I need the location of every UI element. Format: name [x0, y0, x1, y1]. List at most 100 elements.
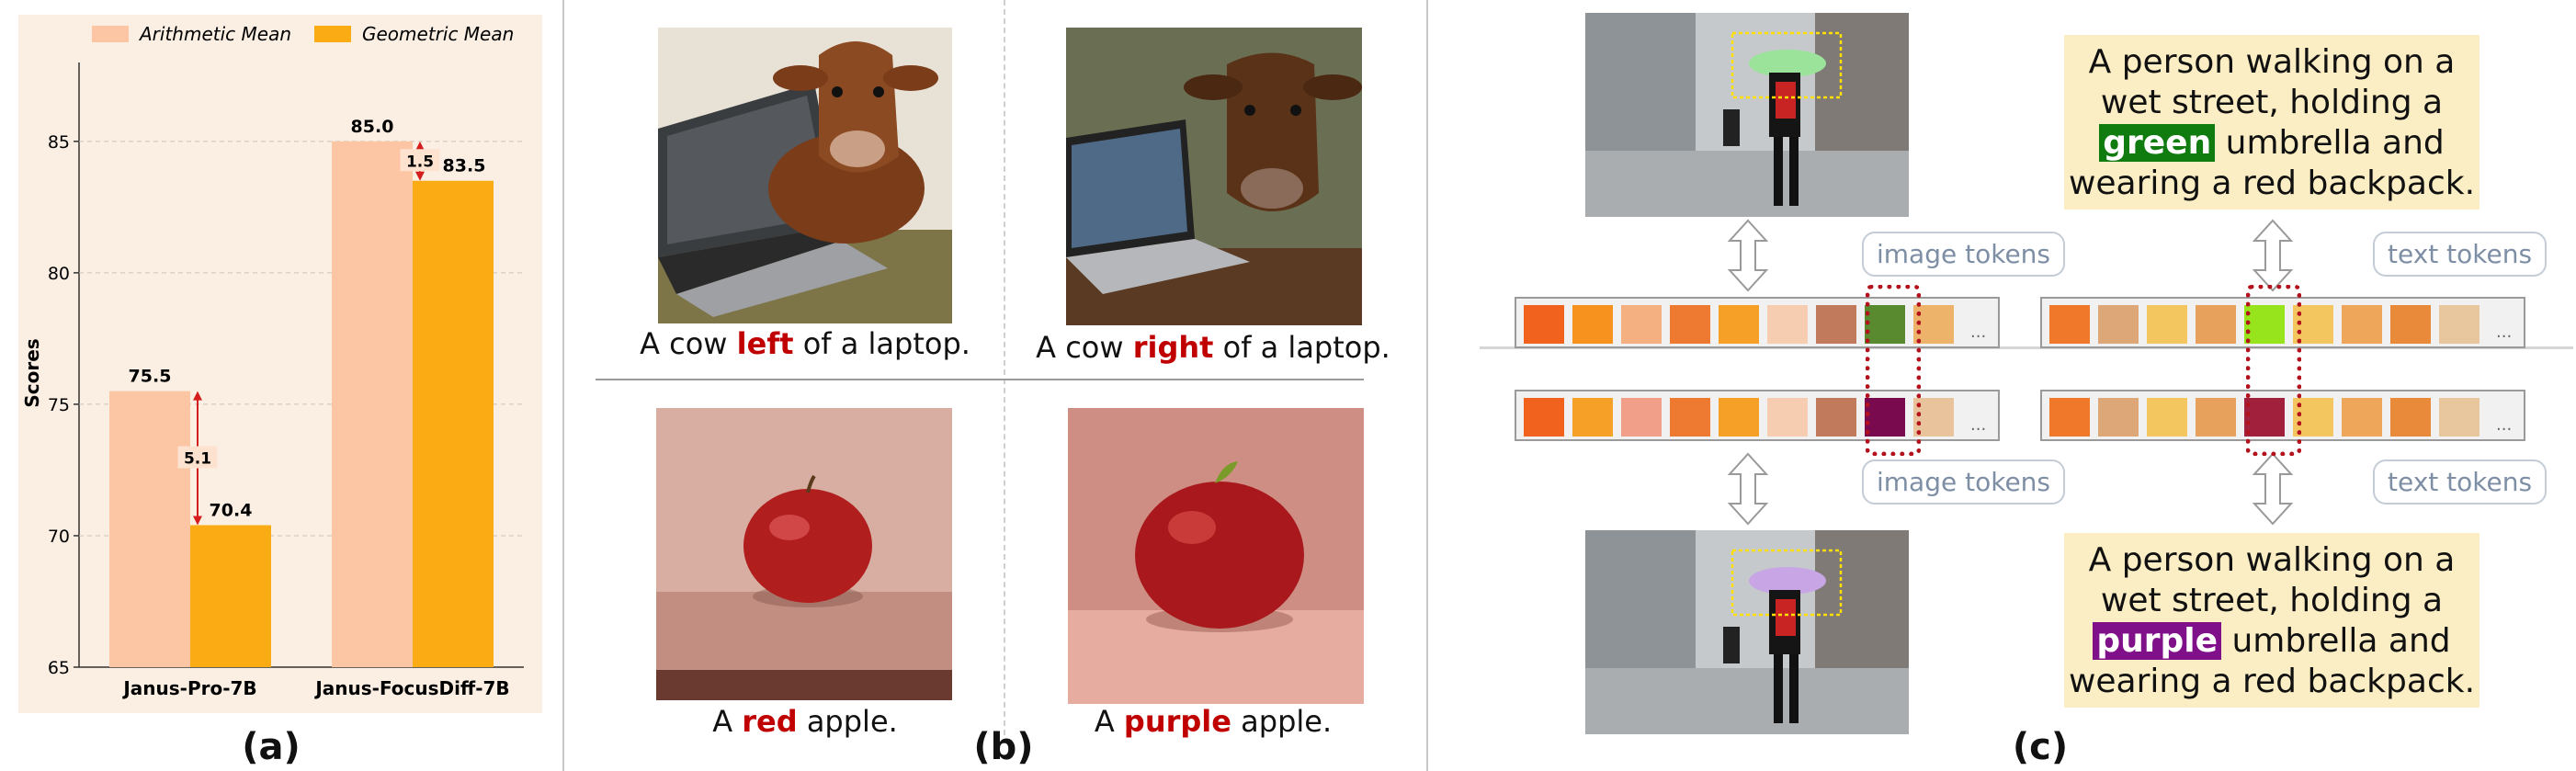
- diff-label: 1.5: [406, 153, 434, 171]
- caption-red-apple: A red apple.: [603, 704, 1007, 739]
- caption-text: A cow: [1036, 330, 1133, 365]
- bar: [413, 180, 494, 667]
- prompt-text: umbrella and: [2221, 622, 2451, 660]
- legend-swatch-geometric: [314, 26, 351, 42]
- panel-label-b: (b): [973, 726, 1034, 768]
- token: [1524, 398, 1564, 437]
- highlight-green: green: [2099, 124, 2216, 162]
- token-ellipsis: ...: [1970, 415, 1987, 435]
- caption-text: of a laptop.: [793, 326, 970, 361]
- prompt-line: A person walking on a: [2088, 541, 2456, 579]
- data-label: 83.5: [443, 156, 486, 176]
- image-cow-left: [658, 28, 952, 323]
- x-tick-label: Janus-Pro-7B: [121, 677, 256, 699]
- token: [1670, 305, 1710, 344]
- image-street-purple-umbrella: [1585, 530, 1909, 734]
- panel-label-c: (c): [2012, 726, 2069, 768]
- caption-text: of a laptop.: [1213, 330, 1390, 365]
- x-tick-label: Janus-FocusDiff-7B: [313, 677, 509, 699]
- diff-token-highlight: [1866, 285, 1921, 456]
- caption-keyword-purple: purple: [1123, 704, 1231, 739]
- prompt-line: green umbrella and: [2064, 123, 2480, 164]
- data-label: 70.4: [210, 501, 253, 521]
- y-tick-label: 75: [48, 395, 70, 415]
- image-token-strip-top: ...: [1515, 297, 2000, 348]
- caption-cow-right: A cow right of a laptop.: [1011, 330, 1415, 365]
- caption-text: A: [1094, 704, 1124, 739]
- token: [1767, 305, 1808, 344]
- separator-b-horizontal: [596, 379, 1364, 380]
- text-tokens-label: text tokens: [2373, 459, 2548, 505]
- image-purple-apple: [1068, 408, 1364, 704]
- legend-swatch-arithmetic: [92, 26, 129, 42]
- image-tokens-label: image tokens: [1862, 232, 2065, 277]
- bar-chart: Arithmetic Mean Geometric Mean Scores 65…: [18, 15, 542, 713]
- token: [1524, 305, 1564, 344]
- double-arrow-icon: [1727, 452, 1769, 526]
- bar: [332, 141, 413, 668]
- token: [1572, 305, 1613, 344]
- token: [1572, 398, 1613, 437]
- image-cow-right: [1066, 28, 1362, 325]
- token: [2196, 305, 2236, 344]
- token: [2342, 398, 2382, 437]
- double-arrow-icon: [2252, 219, 2294, 292]
- caption-text: A cow: [640, 326, 737, 361]
- token: [1719, 305, 1759, 344]
- separator-bc: [1426, 0, 1428, 771]
- token: [2439, 305, 2480, 344]
- prompt-line: A person walking on a: [2088, 43, 2456, 81]
- prompt-line: wearing a red backpack.: [2068, 164, 2476, 202]
- highlight-purple: purple: [2093, 622, 2222, 660]
- token: [2439, 398, 2480, 437]
- y-tick-label: 70: [48, 527, 70, 547]
- token: [2390, 398, 2431, 437]
- separator-ab: [562, 0, 564, 771]
- token-ellipsis: ...: [2496, 415, 2513, 435]
- token: [1621, 305, 1662, 344]
- y-tick-label: 80: [48, 264, 70, 284]
- image-street-green-umbrella: [1585, 13, 1909, 217]
- double-arrow-icon: [2252, 452, 2294, 526]
- token: [2098, 398, 2139, 437]
- image-tokens-label: image tokens: [1862, 459, 2065, 505]
- caption-purple-apple: A purple apple.: [1011, 704, 1415, 739]
- prompt-card-green: A person walking on a wet street, holdin…: [2064, 35, 2480, 210]
- legend-label-arithmetic: Arithmetic Mean: [138, 23, 291, 45]
- caption-text: apple.: [1231, 704, 1333, 739]
- token: [2196, 398, 2236, 437]
- token: [1719, 398, 1759, 437]
- token: [1816, 305, 1856, 344]
- token: [1621, 398, 1662, 437]
- text-tokens-label: text tokens: [2373, 232, 2548, 277]
- token-ellipsis: ...: [2496, 323, 2513, 342]
- data-label: 85.0: [351, 117, 394, 137]
- token: [2049, 398, 2090, 437]
- token: [2049, 305, 2090, 344]
- image-token-strip-bottom: ...: [1515, 390, 2000, 441]
- bar: [190, 525, 271, 667]
- token: [2147, 398, 2187, 437]
- token: [1670, 398, 1710, 437]
- prompt-line: wearing a red backpack.: [2068, 663, 2476, 700]
- caption-text: A: [712, 704, 743, 739]
- separator-b-mid: [1004, 0, 1005, 735]
- y-tick-label: 65: [48, 658, 70, 678]
- diff-label: 5.1: [184, 450, 211, 469]
- caption-text: apple.: [797, 704, 898, 739]
- prompt-line: wet street, holding a: [2100, 582, 2444, 619]
- prompt-line: purple umbrella and: [2064, 621, 2480, 662]
- caption-cow-left: A cow left of a laptop.: [603, 326, 1007, 361]
- token: [1767, 398, 1808, 437]
- prompt-text: umbrella and: [2215, 124, 2445, 162]
- caption-keyword-right: right: [1132, 330, 1214, 365]
- token: [2390, 305, 2431, 344]
- double-arrow-icon: [1727, 219, 1769, 292]
- data-label: 75.5: [129, 367, 172, 387]
- caption-keyword-red: red: [742, 704, 798, 739]
- token-ellipsis: ...: [1970, 323, 1987, 342]
- caption-keyword-left: left: [736, 326, 794, 361]
- bar: [109, 391, 190, 667]
- y-axis-label: Scores: [21, 338, 43, 407]
- prompt-line: wet street, holding a: [2100, 84, 2444, 121]
